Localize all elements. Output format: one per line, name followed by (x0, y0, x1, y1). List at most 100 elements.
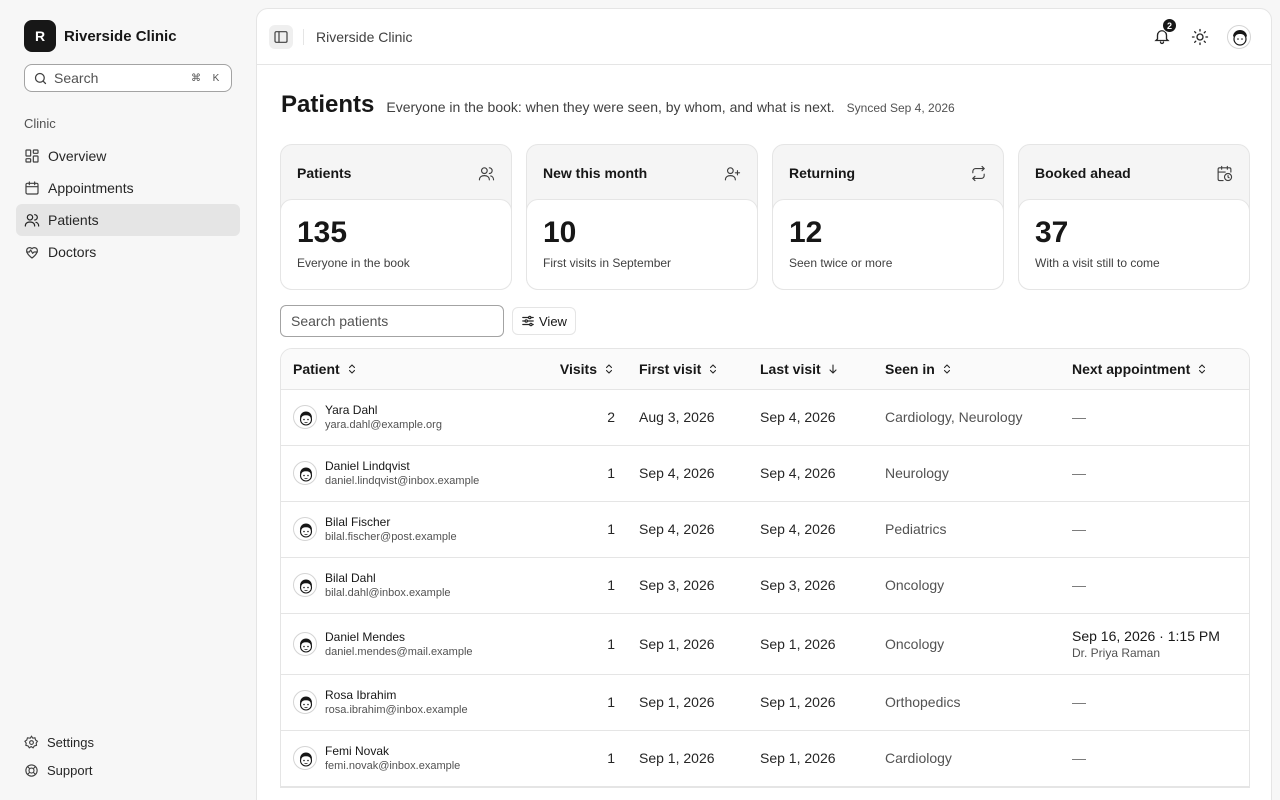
patient-email: daniel.lindqvist@inbox.example (325, 475, 480, 487)
cell-seen-in: Pediatrics (873, 501, 1060, 558)
stat-card-booked-ahead: Booked ahead 37 With a visit still to co… (1018, 144, 1250, 290)
cell-seen-in: Cardiology (873, 730, 1060, 787)
table-row[interactable]: Daniel Lindqvist daniel.lindqvist@inbox.… (281, 445, 1249, 502)
topbar-divider (303, 28, 304, 45)
sidebar-item-label: Patients (48, 212, 99, 228)
brand-name: Riverside Clinic (64, 27, 177, 45)
stat-card-label: New this month (543, 165, 648, 181)
sidebar-toggle-button[interactable] (269, 24, 293, 49)
cell-last-visit: Sep 4, 2026 (748, 501, 873, 558)
calendar-clock-icon (1216, 165, 1233, 182)
column-header-first-visit[interactable]: First visit (627, 349, 748, 390)
table-row[interactable]: Daniel Mendes daniel.mendes@mail.example… (281, 613, 1249, 675)
cell-last-visit: Sep 1, 2026 (748, 730, 873, 787)
shortcut-cmd: ⌘ (191, 72, 201, 84)
column-header-next-appointment[interactable]: Next appointment (1060, 349, 1249, 390)
calendar-icon (24, 180, 40, 196)
sidebar-item-overview[interactable]: Overview (16, 140, 240, 172)
stat-card-patients: Patients 135 Everyone in the book (280, 144, 512, 290)
cell-next-appointment: — (1060, 674, 1249, 731)
grid-icon (24, 148, 40, 164)
sliders-icon (521, 314, 535, 328)
column-header-seen-in[interactable]: Seen in (873, 349, 1060, 390)
column-header-last-visit[interactable]: Last visit (748, 349, 873, 390)
column-header-visits[interactable]: Visits (523, 349, 627, 390)
cell-first-visit: Sep 1, 2026 (627, 674, 748, 731)
user-avatar[interactable] (1227, 25, 1251, 49)
stat-card-caption: Seen twice or more (789, 256, 893, 270)
theme-toggle-button[interactable] (1191, 28, 1209, 46)
sidebar-item-patients[interactable]: Patients (16, 204, 240, 236)
view-button-label: View (539, 313, 567, 329)
cell-next-appointment: — (1060, 730, 1249, 787)
shortcut-k: K (212, 72, 220, 84)
next-appointment-date: — (1072, 577, 1086, 593)
cell-visits: 1 (523, 730, 627, 787)
sidebar-item-label: Support (47, 762, 93, 778)
sidebar-item-appointments[interactable]: Appointments (16, 172, 240, 204)
stat-card-caption: Everyone in the book (297, 256, 410, 270)
patient-name[interactable]: Rosa Ibrahim (325, 688, 468, 702)
cell-first-visit: Aug 3, 2026 (627, 389, 748, 446)
stat-card-caption: First visits in September (543, 256, 672, 270)
table-row[interactable]: Bilal Dahl bilal.dahl@inbox.example 1 Se… (281, 557, 1249, 614)
cell-patient: Femi Novak femi.novak@inbox.example (281, 730, 523, 787)
next-appointment-date: — (1072, 409, 1086, 425)
next-appointment-date: Sep 16, 2026 · 1:15 PM (1072, 627, 1220, 644)
patient-name[interactable]: Daniel Mendes (325, 630, 473, 644)
sidebar-search[interactable]: Search ⌘ K (24, 64, 232, 92)
patient-email: rosa.ibrahim@inbox.example (325, 704, 468, 716)
cell-last-visit: Sep 4, 2026 (748, 445, 873, 502)
cell-seen-in: Neurology (873, 445, 1060, 502)
sidebar-item-doctors[interactable]: Doctors (16, 236, 240, 268)
table-row[interactable]: Femi Novak femi.novak@inbox.example 1 Se… (281, 730, 1249, 787)
notifications-button[interactable]: 2 (1153, 18, 1177, 47)
heart-pulse-icon (24, 244, 40, 260)
sun-icon (1191, 28, 1209, 46)
column-header-patient[interactable]: Patient (281, 349, 523, 390)
patient-name[interactable]: Yara Dahl (325, 403, 442, 417)
cell-next-appointment: Sep 16, 2026 · 1:15 PM Dr. Priya Raman (1060, 613, 1249, 675)
search-icon (33, 71, 48, 86)
page-subtitle: Everyone in the book: when they were see… (386, 99, 835, 115)
sidebar-item-settings[interactable]: Settings (16, 728, 240, 756)
stat-card-caption: With a visit still to come (1035, 256, 1160, 270)
repeat-icon (970, 165, 987, 182)
table-row[interactable]: Yara Dahl yara.dahl@example.org 2 Aug 3,… (281, 389, 1249, 446)
stat-card-returning: Returning 12 Seen twice or more (772, 144, 1004, 290)
next-appointment-doctor: Dr. Priya Raman (1072, 645, 1161, 660)
sort-icon (603, 363, 615, 375)
cell-last-visit: Sep 4, 2026 (748, 389, 873, 446)
patient-name[interactable]: Femi Novak (325, 744, 460, 758)
sidebar-item-label: Settings (47, 734, 94, 750)
cell-first-visit: Sep 4, 2026 (627, 445, 748, 502)
patient-name[interactable]: Bilal Fischer (325, 515, 457, 529)
patient-name[interactable]: Daniel Lindqvist (325, 459, 479, 473)
topbar: Riverside Clinic 2 (257, 9, 1271, 65)
patient-email: femi.novak@inbox.example (325, 760, 461, 772)
table-row[interactable]: Bilal Fischer bilal.fischer@post.example… (281, 501, 1249, 558)
table-row[interactable]: Rosa Ibrahim rosa.ibrahim@inbox.example … (281, 674, 1249, 731)
cell-seen-in: Cardiology, Neurology (873, 389, 1060, 446)
patient-avatar (293, 631, 317, 656)
cell-patient: Bilal Dahl bilal.dahl@inbox.example (281, 557, 523, 614)
cell-visits: 1 (523, 674, 627, 731)
brand[interactable]: R Riverside Clinic (24, 20, 177, 52)
patient-name[interactable]: Bilal Dahl (325, 571, 451, 585)
cell-next-appointment: — (1060, 389, 1249, 446)
cell-seen-in: Oncology (873, 613, 1060, 675)
breadcrumb[interactable]: Riverside Clinic (316, 29, 412, 45)
patient-avatar (293, 461, 317, 485)
user-plus-icon (724, 165, 741, 182)
patient-email: bilal.dahl@inbox.example (325, 587, 451, 599)
sidebar-item-support[interactable]: Support (16, 756, 240, 784)
cell-first-visit: Sep 1, 2026 (627, 613, 748, 675)
view-options-button[interactable]: View (512, 307, 576, 335)
patient-search-input[interactable] (280, 305, 504, 337)
sidebar-item-label: Overview (48, 148, 107, 164)
notification-badge: 2 (1162, 18, 1177, 33)
sort-icon (1196, 363, 1208, 375)
cell-last-visit: Sep 3, 2026 (748, 557, 873, 614)
stat-card-value: 10 (543, 216, 577, 249)
sort-icon (346, 363, 358, 375)
